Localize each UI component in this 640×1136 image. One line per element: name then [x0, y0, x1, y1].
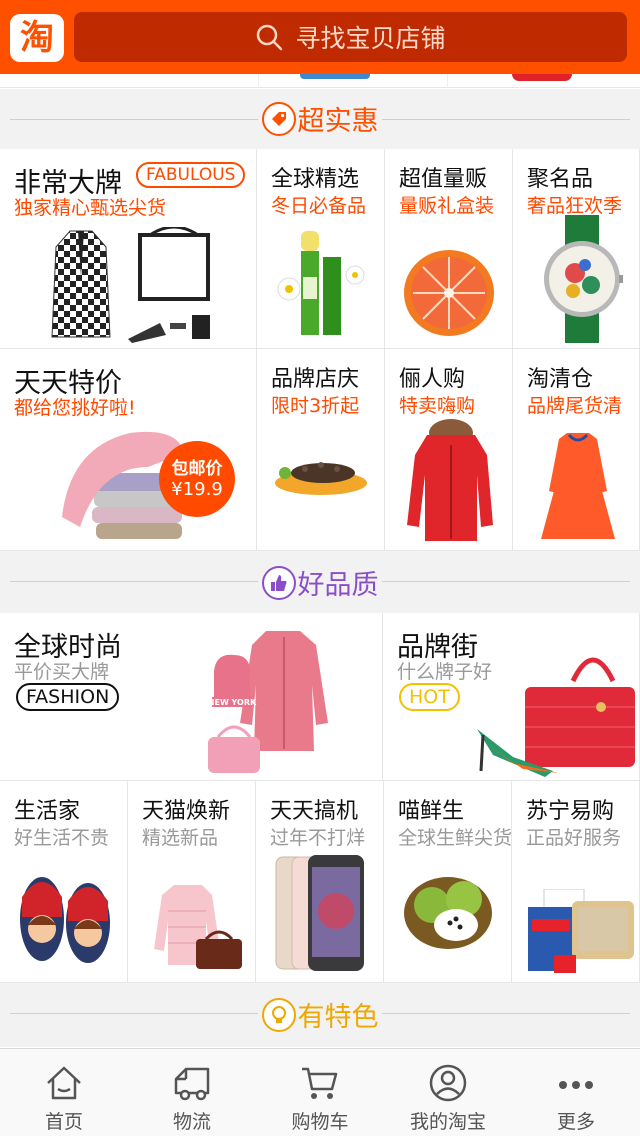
red-coat-image — [407, 419, 493, 541]
search-bar[interactable]: 寻找宝贝店铺 — [74, 12, 627, 62]
badge-price: ¥19.9 — [171, 479, 223, 500]
red-handbag-heels-image — [477, 657, 635, 777]
user-icon — [429, 1064, 467, 1102]
card-subtitle: 过年不打烊 — [270, 827, 366, 849]
tab-home[interactable]: 首页 — [0, 1049, 128, 1136]
card-subtitle: 品牌尾货清 — [527, 395, 623, 417]
hat-text: NEW YORK — [208, 698, 257, 707]
hot-badge: HOT — [399, 683, 460, 711]
tag-icon — [261, 101, 296, 136]
card-title: 天猫焕新 — [142, 799, 231, 824]
free-shipping-price-badge: 包邮价 ¥19.9 — [159, 441, 235, 517]
card-subtitle: 限时3折起 — [271, 395, 360, 417]
card-subtitle: 奢品狂欢季 — [527, 195, 623, 217]
card-subtitle: 平价买大牌 — [14, 661, 110, 683]
section-header-quality: 好品质 — [0, 551, 640, 613]
card-subtitle: 独家精心甄选尖货 — [14, 197, 167, 219]
card-clearance[interactable]: 淘清仓 品牌尾货清 — [513, 349, 640, 551]
card-fresh-food[interactable]: 喵鲜生 全球生鲜尖货 — [384, 781, 512, 983]
tab-more[interactable]: 更多 — [512, 1049, 640, 1136]
previous-row-remnant — [0, 74, 640, 88]
taobao-home: 淘 寻找宝贝店铺 超实惠 非常大牌 FABULOUS 独家精心甄选尖货 全球精选… — [0, 0, 640, 1136]
card-global-select[interactable]: 全球精选 冬日必备品 — [257, 149, 385, 349]
thumbs-up-icon — [261, 565, 296, 600]
card-title: 超值量贩 — [399, 167, 488, 192]
card-title: 苏宁易购 — [526, 799, 615, 824]
slippers-image — [20, 877, 110, 963]
section-title-deals: 超实惠 — [297, 106, 379, 137]
card-fabulous-brand[interactable]: 非常大牌 FABULOUS 独家精心甄选尖货 — [0, 149, 257, 349]
smartphones-image — [275, 855, 364, 971]
card-title: 喵鲜生 — [398, 799, 465, 824]
section-title-special: 有特色 — [297, 1002, 379, 1033]
card-daily-special[interactable]: 天天特价 都给您挑好啦! 包邮价 ¥19.9 — [0, 349, 257, 551]
card-subtitle: 正品好服务 — [526, 827, 622, 849]
tab-label: 我的淘宝 — [409, 1111, 486, 1133]
sea-cucumber-dish-image — [275, 462, 367, 495]
tab-label: 更多 — [556, 1111, 595, 1133]
tab-label: 首页 — [44, 1111, 83, 1133]
card-title: 品牌店庆 — [271, 367, 360, 392]
card-life-home[interactable]: 生活家 好生活不贵 — [0, 781, 128, 983]
card-global-fashion[interactable]: 全球时尚 平价买大牌 FASHION NEW YORK — [0, 613, 383, 781]
card-couple-buy[interactable]: 俪人购 特卖嗨购 — [385, 349, 513, 551]
tab-my-taobao[interactable]: 我的淘宝 — [384, 1049, 512, 1136]
taobao-logo[interactable]: 淘 — [10, 14, 64, 62]
section-title-quality: 好品质 — [297, 570, 379, 601]
card-title: 生活家 — [14, 799, 81, 824]
card-subtitle: 好生活不贵 — [14, 827, 110, 849]
card-juming-luxury[interactable]: 聚名品 奢品狂欢季 — [513, 149, 640, 349]
card-subtitle: 精选新品 — [142, 827, 219, 849]
more-icon — [559, 1081, 593, 1089]
card-title: 全球精选 — [271, 167, 360, 192]
card-subtitle: 都给您挑好啦! — [14, 397, 136, 419]
card-subtitle: 特卖嗨购 — [399, 395, 476, 417]
card-brand-street[interactable]: 品牌街 什么牌子好 HOT — [383, 613, 640, 781]
orange-dress-image — [541, 433, 615, 539]
tab-label: 物流 — [172, 1111, 211, 1133]
truck-icon — [174, 1067, 210, 1101]
card-title: 天天搞机 — [270, 799, 359, 824]
card-tmall-new[interactable]: 天猫焕新 精选新品 — [128, 781, 256, 983]
section-header-special: 有特色 — [0, 983, 640, 1047]
card-daily-gadgets[interactable]: 天天搞机 过年不打烊 — [256, 781, 384, 983]
coat-bag-shoes-image — [51, 227, 210, 343]
card-brand-anniversary[interactable]: 品牌店庆 限时3折起 — [257, 349, 385, 551]
card-subtitle: 冬日必备品 — [271, 195, 367, 217]
custard-apple-image — [404, 877, 492, 949]
card-title: 俪人购 — [399, 367, 466, 392]
top-bar: 淘 寻找宝贝店铺 — [0, 0, 640, 74]
products-bundle-image — [528, 889, 634, 973]
pink-coat-hat-bag-image: NEW YORK — [208, 631, 328, 773]
tab-logistics[interactable]: 物流 — [128, 1049, 256, 1136]
orange-image — [404, 250, 494, 336]
card-title: 淘清仓 — [527, 367, 594, 392]
tab-label: 购物车 — [291, 1111, 349, 1133]
card-suning[interactable]: 苏宁易购 正品好服务 — [512, 781, 640, 983]
lip-balm-image — [277, 231, 365, 335]
card-value-bulk[interactable]: 超值量贩 量贩礼盒装 — [385, 149, 513, 349]
fabulous-badge: FABULOUS — [136, 162, 246, 188]
bottom-tab-bar: 首页 物流 购物车 我的淘宝 更多 — [0, 1048, 640, 1136]
card-subtitle: 量贩礼盒装 — [399, 195, 495, 217]
badge-label: 包邮价 — [171, 459, 223, 479]
search-placeholder: 寻找宝贝店铺 — [295, 24, 446, 53]
home-icon — [47, 1066, 81, 1100]
lightbulb-icon — [261, 997, 296, 1032]
search-icon — [257, 24, 283, 51]
fashion-badge: FASHION — [16, 683, 120, 711]
cart-icon — [302, 1067, 338, 1099]
card-title: 聚名品 — [527, 167, 594, 192]
pink-down-jacket-image — [154, 885, 242, 969]
tab-cart[interactable]: 购物车 — [256, 1049, 384, 1136]
section-header-deals: 超实惠 — [0, 89, 640, 149]
card-subtitle: 全球生鲜尖货 — [398, 827, 512, 849]
watch-image — [544, 215, 623, 343]
